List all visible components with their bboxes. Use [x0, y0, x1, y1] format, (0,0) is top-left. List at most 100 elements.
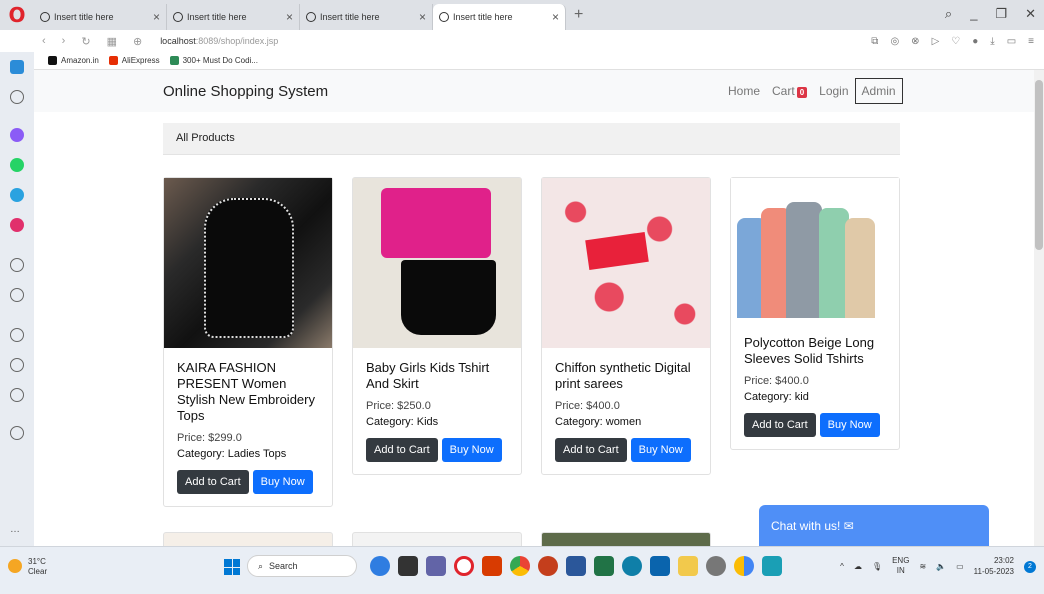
bing-icon[interactable]: [370, 556, 390, 576]
tabs-grid-icon[interactable]: ▦: [107, 35, 117, 48]
globe-icon: [439, 12, 449, 22]
scrollbar-thumb[interactable]: [1035, 80, 1043, 250]
buy-now-button[interactable]: Buy Now: [630, 438, 691, 462]
new-tab-icon[interactable]: +: [574, 6, 583, 24]
battery-icon[interactable]: ▭: [956, 562, 964, 571]
browser-tab-active[interactable]: Insert title here ×: [433, 4, 566, 30]
edge-icon[interactable]: [622, 556, 642, 576]
chrome-dev-icon[interactable]: [734, 556, 754, 576]
clock[interactable]: 23:02 11-05-2023: [974, 555, 1014, 577]
chat-widget[interactable]: Chat with us! ✉: [759, 505, 989, 546]
add-to-cart-button[interactable]: Add to Cart: [177, 470, 249, 494]
instagram-icon[interactable]: [10, 218, 24, 232]
powerpoint-icon[interactable]: [538, 556, 558, 576]
site-navbar: Online Shopping System Home Cart 0 Login …: [34, 70, 1044, 112]
wifi-icon[interactable]: ≋: [919, 562, 926, 571]
product-image[interactable]: [542, 178, 710, 348]
app-icon[interactable]: [762, 556, 782, 576]
mail-icon[interactable]: [650, 556, 670, 576]
nav-home[interactable]: Home: [728, 84, 760, 98]
app-icon[interactable]: [706, 556, 726, 576]
cloud-icon[interactable]: ☁: [854, 562, 862, 571]
buy-now-button[interactable]: Buy Now: [819, 413, 880, 437]
product-image[interactable]: [353, 178, 521, 348]
heart-icon[interactable]: [10, 328, 24, 342]
product-image[interactable]: [164, 178, 332, 348]
player-icon[interactable]: [10, 258, 24, 272]
telegram-icon[interactable]: [10, 188, 24, 202]
mic-icon[interactable]: 🎙: [872, 562, 882, 571]
opera-icon[interactable]: [454, 556, 474, 576]
close-tab-icon[interactable]: ×: [419, 10, 426, 24]
heart-icon[interactable]: ♡: [951, 36, 960, 47]
file-explorer-icon[interactable]: [398, 556, 418, 576]
block-icon[interactable]: ⊗: [911, 36, 919, 47]
opera-logo-icon[interactable]: O: [0, 0, 34, 30]
browser-tab[interactable]: Insert title here ×: [167, 4, 300, 30]
chevron-up-icon[interactable]: ^: [840, 562, 844, 571]
play-icon[interactable]: ▷: [932, 36, 940, 47]
forward-icon[interactable]: ›: [62, 35, 66, 47]
excel-icon[interactable]: [594, 556, 614, 576]
close-tab-icon[interactable]: ×: [286, 10, 293, 24]
notification-badge[interactable]: 2: [1024, 561, 1036, 573]
bookmark-amazon[interactable]: Amazon.in: [48, 56, 99, 65]
snapshot-icon[interactable]: ⧉: [871, 36, 878, 47]
product-image[interactable]: [731, 178, 899, 323]
browser-tab[interactable]: Insert title here ×: [300, 4, 433, 30]
teams-icon[interactable]: [426, 556, 446, 576]
history-icon[interactable]: [10, 358, 24, 372]
taskbar-search[interactable]: ⌕ Search: [247, 555, 357, 577]
product-card: Polycotton Beige Long Sleeves Solid Tshi…: [730, 177, 900, 450]
settings-icon[interactable]: [10, 388, 24, 402]
add-to-cart-button[interactable]: Add to Cart: [366, 438, 438, 462]
star-icon[interactable]: [10, 90, 24, 104]
buy-now-button[interactable]: Buy Now: [252, 470, 313, 494]
volume-icon[interactable]: 🔈: [936, 562, 946, 571]
camera-icon[interactable]: ◎: [890, 36, 899, 47]
whatsapp-icon[interactable]: [10, 158, 24, 172]
browser-tab[interactable]: Insert title here ×: [34, 4, 167, 30]
language-indicator[interactable]: ENG IN: [892, 556, 909, 576]
messenger-icon[interactable]: [10, 128, 24, 142]
weather-icon[interactable]: [8, 559, 22, 573]
add-to-cart-button[interactable]: Add to Cart: [744, 413, 816, 437]
profile-icon[interactable]: ●: [972, 36, 978, 47]
home-icon[interactable]: [10, 60, 24, 74]
windows-start-icon[interactable]: [224, 559, 240, 575]
buy-now-button[interactable]: Buy Now: [441, 438, 502, 462]
site-brand[interactable]: Online Shopping System: [163, 83, 328, 100]
bookmark-aliexpress[interactable]: AliExpress: [108, 56, 160, 65]
site-info-icon[interactable]: ⊕: [133, 35, 142, 48]
minimize-icon[interactable]: _: [970, 6, 977, 22]
word-icon[interactable]: [566, 556, 586, 576]
page-scrollbar[interactable]: [1034, 70, 1044, 546]
restore-icon[interactable]: ❐: [995, 6, 1007, 22]
flow-icon[interactable]: [10, 288, 24, 302]
bookmark-codi[interactable]: 300+ Must Do Codi...: [169, 56, 258, 65]
nav-login[interactable]: Login: [819, 84, 848, 98]
folder-icon[interactable]: [678, 556, 698, 576]
reload-icon[interactable]: ↻: [81, 35, 90, 48]
close-tab-icon[interactable]: ×: [153, 10, 160, 24]
chrome-icon[interactable]: [510, 556, 530, 576]
more-icon[interactable]: …: [10, 525, 24, 540]
back-icon[interactable]: ‹: [42, 35, 46, 47]
card-body: Baby Girls Kids Tshirt And Skirt Price: …: [353, 348, 521, 474]
url-field[interactable]: localhost:8089/shop/index.jsp: [160, 36, 278, 46]
close-tab-icon[interactable]: ×: [552, 10, 559, 24]
pin-icon[interactable]: [10, 426, 24, 440]
close-window-icon[interactable]: ✕: [1025, 6, 1036, 22]
app-icon[interactable]: [482, 556, 502, 576]
nav-admin[interactable]: Admin: [854, 78, 903, 104]
section-heading: All Products: [163, 123, 900, 155]
menu-icon[interactable]: ≡: [1028, 36, 1034, 47]
weather-widget[interactable]: 31°C Clear: [28, 557, 47, 577]
nav-cart[interactable]: Cart 0: [772, 84, 808, 98]
add-to-cart-button[interactable]: Add to Cart: [555, 438, 627, 462]
address-bar: ‹ › ↻ ▦ ⊕ localhost:8089/shop/index.jsp …: [34, 30, 1044, 52]
battery-icon[interactable]: ▭: [1007, 36, 1016, 47]
date: 11-05-2023: [973, 567, 1014, 576]
search-icon[interactable]: ⌕: [945, 6, 952, 22]
download-icon[interactable]: ⤓: [990, 36, 994, 47]
